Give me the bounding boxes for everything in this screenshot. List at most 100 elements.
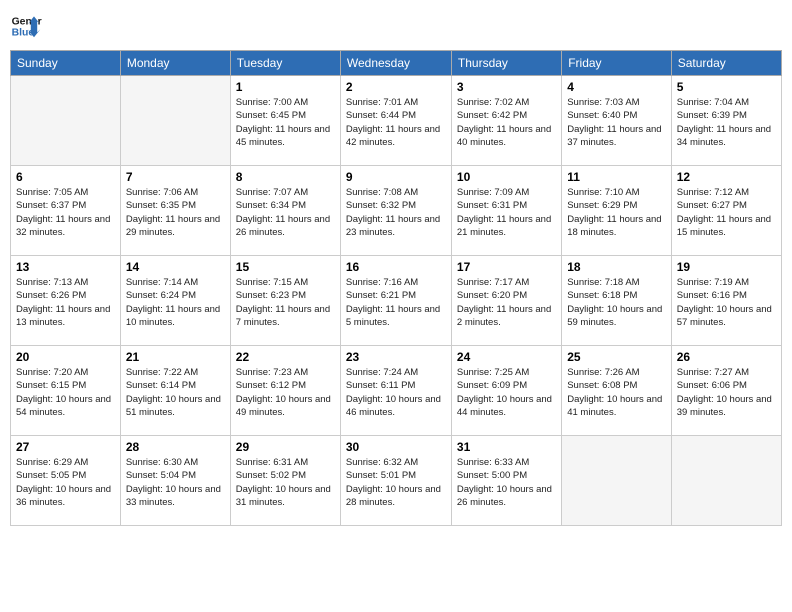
calendar-day-cell: 27 Sunrise: 6:29 AMSunset: 5:05 PMDayligh… bbox=[11, 436, 121, 526]
day-number: 18 bbox=[567, 260, 666, 274]
day-number: 9 bbox=[346, 170, 446, 184]
calendar-day-cell bbox=[120, 76, 230, 166]
day-info: Sunrise: 7:19 AMSunset: 6:16 PMDaylight:… bbox=[677, 276, 776, 329]
calendar-day-cell: 19 Sunrise: 7:19 AMSunset: 6:16 PMDayligh… bbox=[671, 256, 781, 346]
day-info: Sunrise: 7:22 AMSunset: 6:14 PMDaylight:… bbox=[126, 366, 225, 419]
day-number: 19 bbox=[677, 260, 776, 274]
day-info: Sunrise: 7:05 AMSunset: 6:37 PMDaylight:… bbox=[16, 186, 115, 239]
weekday-header: Sunday bbox=[11, 51, 121, 76]
day-number: 10 bbox=[457, 170, 556, 184]
calendar-day-cell: 3 Sunrise: 7:02 AMSunset: 6:42 PMDaylight… bbox=[451, 76, 561, 166]
calendar-week-row: 13Sunrise: 7:13 AMSunset: 6:26 PMDayligh… bbox=[11, 256, 782, 346]
day-info: Sunrise: 7:20 AMSunset: 6:15 PMDaylight:… bbox=[16, 366, 115, 419]
day-number: 29 bbox=[236, 440, 335, 454]
day-number: 27 bbox=[16, 440, 115, 454]
day-number: 6 bbox=[16, 170, 115, 184]
day-info: Sunrise: 6:31 AMSunset: 5:02 PMDaylight:… bbox=[236, 456, 335, 509]
day-number: 30 bbox=[346, 440, 446, 454]
day-number: 5 bbox=[677, 80, 776, 94]
calendar-day-cell: 29 Sunrise: 6:31 AMSunset: 5:02 PMDayligh… bbox=[230, 436, 340, 526]
day-number: 25 bbox=[567, 350, 666, 364]
day-info: Sunrise: 7:14 AMSunset: 6:24 PMDaylight:… bbox=[126, 276, 225, 329]
calendar-week-row: 20 Sunrise: 7:20 AMSunset: 6:15 PMDayligh… bbox=[11, 346, 782, 436]
calendar-day-cell bbox=[562, 436, 672, 526]
calendar-day-cell: 6 Sunrise: 7:05 AMSunset: 6:37 PMDaylight… bbox=[11, 166, 121, 256]
day-info: Sunrise: 7:04 AMSunset: 6:39 PMDaylight:… bbox=[677, 96, 776, 149]
calendar-day-cell: 17 Sunrise: 7:17 AMSunset: 6:20 PMDayligh… bbox=[451, 256, 561, 346]
calendar-week-row: 1 Sunrise: 7:00 AMSunset: 6:45 PMDaylight… bbox=[11, 76, 782, 166]
calendar-day-cell: 24 Sunrise: 7:25 AMSunset: 6:09 PMDayligh… bbox=[451, 346, 561, 436]
weekday-header: Monday bbox=[120, 51, 230, 76]
day-info: Sunrise: 7:10 AMSunset: 6:29 PMDaylight:… bbox=[567, 186, 666, 239]
day-info: Sunrise: 7:02 AMSunset: 6:42 PMDaylight:… bbox=[457, 96, 556, 149]
calendar-day-cell: 18 Sunrise: 7:18 AMSunset: 6:18 PMDayligh… bbox=[562, 256, 672, 346]
day-info: Sunrise: 7:27 AMSunset: 6:06 PMDaylight:… bbox=[677, 366, 776, 419]
day-number: 28 bbox=[126, 440, 225, 454]
day-number: 3 bbox=[457, 80, 556, 94]
calendar-day-cell: 31 Sunrise: 6:33 AMSunset: 5:00 PMDayligh… bbox=[451, 436, 561, 526]
logo-icon: General Blue bbox=[10, 10, 42, 42]
calendar-day-cell: 14 Sunrise: 7:14 AMSunset: 6:24 PMDayligh… bbox=[120, 256, 230, 346]
day-info: Sunrise: 7:09 AMSunset: 6:31 PMDaylight:… bbox=[457, 186, 556, 239]
weekday-header: Wednesday bbox=[340, 51, 451, 76]
day-info: Sunrise: 6:29 AMSunset: 5:05 PMDaylight:… bbox=[16, 456, 115, 509]
day-number: 13 bbox=[16, 260, 115, 274]
calendar-week-row: 27 Sunrise: 6:29 AMSunset: 5:05 PMDayligh… bbox=[11, 436, 782, 526]
day-info: Sunrise: 7:00 AMSunset: 6:45 PMDaylight:… bbox=[236, 96, 335, 149]
day-info: Sunrise: 6:30 AMSunset: 5:04 PMDaylight:… bbox=[126, 456, 225, 509]
day-info: Sunrise: 7:23 AMSunset: 6:12 PMDaylight:… bbox=[236, 366, 335, 419]
calendar-day-cell: 11Sunrise: 7:10 AMSunset: 6:29 PMDayligh… bbox=[562, 166, 672, 256]
day-number: 17 bbox=[457, 260, 556, 274]
calendar-day-cell: 28 Sunrise: 6:30 AMSunset: 5:04 PMDayligh… bbox=[120, 436, 230, 526]
day-info: Sunrise: 7:25 AMSunset: 6:09 PMDaylight:… bbox=[457, 366, 556, 419]
calendar-day-cell: 1 Sunrise: 7:00 AMSunset: 6:45 PMDaylight… bbox=[230, 76, 340, 166]
day-info: Sunrise: 7:08 AMSunset: 6:32 PMDaylight:… bbox=[346, 186, 446, 239]
day-info: Sunrise: 7:03 AMSunset: 6:40 PMDaylight:… bbox=[567, 96, 666, 149]
weekday-header-row: SundayMondayTuesdayWednesdayThursdayFrid… bbox=[11, 51, 782, 76]
day-number: 20 bbox=[16, 350, 115, 364]
calendar-day-cell: 26 Sunrise: 7:27 AMSunset: 6:06 PMDayligh… bbox=[671, 346, 781, 436]
calendar-table: SundayMondayTuesdayWednesdayThursdayFrid… bbox=[10, 50, 782, 526]
weekday-header: Tuesday bbox=[230, 51, 340, 76]
day-number: 7 bbox=[126, 170, 225, 184]
day-number: 15 bbox=[236, 260, 335, 274]
calendar-day-cell: 8 Sunrise: 7:07 AMSunset: 6:34 PMDaylight… bbox=[230, 166, 340, 256]
day-number: 8 bbox=[236, 170, 335, 184]
day-info: Sunrise: 7:15 AMSunset: 6:23 PMDaylight:… bbox=[236, 276, 335, 329]
day-number: 12 bbox=[677, 170, 776, 184]
day-number: 24 bbox=[457, 350, 556, 364]
day-info: Sunrise: 7:12 AMSunset: 6:27 PMDaylight:… bbox=[677, 186, 776, 239]
day-info: Sunrise: 7:18 AMSunset: 6:18 PMDaylight:… bbox=[567, 276, 666, 329]
weekday-header: Saturday bbox=[671, 51, 781, 76]
day-info: Sunrise: 7:24 AMSunset: 6:11 PMDaylight:… bbox=[346, 366, 446, 419]
calendar-day-cell: 2Sunrise: 7:01 AMSunset: 6:44 PMDaylight… bbox=[340, 76, 451, 166]
day-number: 2 bbox=[346, 80, 446, 94]
calendar-day-cell: 22Sunrise: 7:23 AMSunset: 6:12 PMDayligh… bbox=[230, 346, 340, 436]
weekday-header: Thursday bbox=[451, 51, 561, 76]
day-number: 31 bbox=[457, 440, 556, 454]
day-number: 14 bbox=[126, 260, 225, 274]
calendar-day-cell: 12 Sunrise: 7:12 AMSunset: 6:27 PMDayligh… bbox=[671, 166, 781, 256]
logo: General Blue bbox=[10, 10, 42, 42]
calendar-day-cell: 4Sunrise: 7:03 AMSunset: 6:40 PMDaylight… bbox=[562, 76, 672, 166]
svg-text:General: General bbox=[12, 16, 42, 27]
weekday-header: Friday bbox=[562, 51, 672, 76]
day-info: Sunrise: 6:32 AMSunset: 5:01 PMDaylight:… bbox=[346, 456, 446, 509]
calendar-day-cell: 10 Sunrise: 7:09 AMSunset: 6:31 PMDayligh… bbox=[451, 166, 561, 256]
calendar-week-row: 6 Sunrise: 7:05 AMSunset: 6:37 PMDaylight… bbox=[11, 166, 782, 256]
calendar-day-cell: 7 Sunrise: 7:06 AMSunset: 6:35 PMDaylight… bbox=[120, 166, 230, 256]
calendar-day-cell: 15 Sunrise: 7:15 AMSunset: 6:23 PMDayligh… bbox=[230, 256, 340, 346]
day-info: Sunrise: 6:33 AMSunset: 5:00 PMDaylight:… bbox=[457, 456, 556, 509]
day-info: Sunrise: 7:06 AMSunset: 6:35 PMDaylight:… bbox=[126, 186, 225, 239]
day-info: Sunrise: 7:26 AMSunset: 6:08 PMDaylight:… bbox=[567, 366, 666, 419]
day-info: Sunrise: 7:07 AMSunset: 6:34 PMDaylight:… bbox=[236, 186, 335, 239]
day-number: 1 bbox=[236, 80, 335, 94]
calendar-day-cell: 5 Sunrise: 7:04 AMSunset: 6:39 PMDaylight… bbox=[671, 76, 781, 166]
calendar-day-cell: 16Sunrise: 7:16 AMSunset: 6:21 PMDayligh… bbox=[340, 256, 451, 346]
day-number: 16 bbox=[346, 260, 446, 274]
day-number: 23 bbox=[346, 350, 446, 364]
day-number: 26 bbox=[677, 350, 776, 364]
page-header: General Blue bbox=[10, 10, 782, 42]
calendar-day-cell bbox=[11, 76, 121, 166]
day-info: Sunrise: 7:17 AMSunset: 6:20 PMDaylight:… bbox=[457, 276, 556, 329]
